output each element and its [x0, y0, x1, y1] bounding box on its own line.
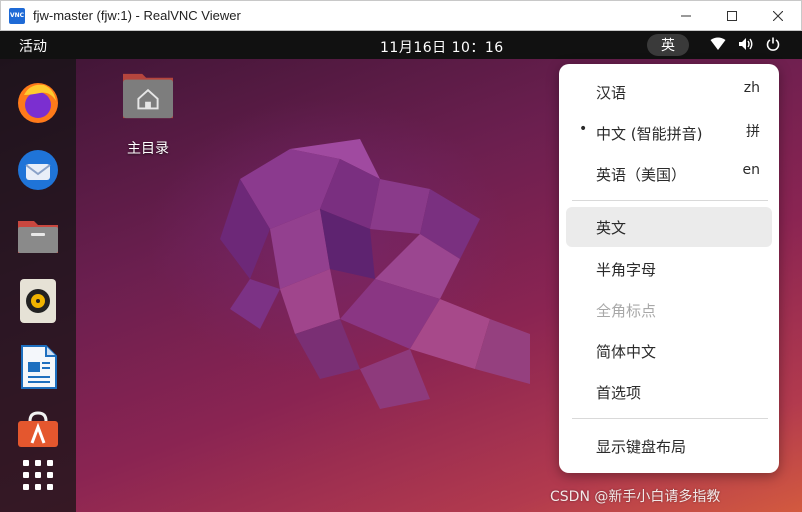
- menu-item-shortcut: en: [742, 162, 761, 178]
- menu-item-label: 首选项: [596, 384, 642, 402]
- menu-item-preferences[interactable]: 首选项: [566, 372, 772, 412]
- csdn-watermark: CSDN @新手小白请多指教: [550, 489, 721, 505]
- menu-item-lang-pinyin[interactable]: • 中文 (智能拼音) 拼: [566, 113, 772, 153]
- system-menu[interactable]: [710, 37, 780, 51]
- dock-item-thunderbird[interactable]: [14, 146, 62, 194]
- maximize-icon: [727, 11, 737, 21]
- menu-item-label: 全角标点: [596, 302, 657, 320]
- dock-item-firefox[interactable]: [14, 79, 62, 127]
- jellyfish-wallpaper-art: [220, 139, 530, 409]
- menu-item-label: 英语（美国）: [596, 166, 687, 184]
- menu-item-label: 英文: [596, 219, 627, 237]
- dock: [0, 59, 76, 512]
- menu-item-shortcut: zh: [743, 80, 760, 96]
- input-method-indicator[interactable]: 英: [647, 34, 689, 56]
- menu-item-english-mode[interactable]: 英文: [566, 207, 772, 247]
- dock-item-libreoffice-writer[interactable]: [14, 343, 62, 391]
- desktop-home-folder[interactable]: 主目录: [110, 70, 186, 158]
- home-folder-label: 主目录: [127, 141, 169, 157]
- software-icon: [18, 411, 58, 447]
- volume-icon: [739, 38, 753, 50]
- window-title: fjw-master (fjw:1) - RealVNC Viewer: [33, 8, 241, 23]
- menu-item-lang-en-us[interactable]: 英语（美国） en: [566, 154, 772, 194]
- firefox-icon: [18, 83, 58, 123]
- vnc-window-titlebar[interactable]: VNC fjw-master (fjw:1) - RealVNC Viewer: [0, 0, 802, 31]
- menu-item-label: 半角字母: [596, 261, 657, 279]
- rhythmbox-icon: [20, 279, 56, 323]
- menu-item-shortcut: 拼: [746, 124, 760, 140]
- menu-item-label: 汉语: [596, 84, 627, 102]
- home-folder-icon: [123, 73, 173, 119]
- maximize-button[interactable]: [709, 1, 755, 31]
- menu-separator: [572, 418, 768, 419]
- dock-item-files[interactable]: [14, 211, 62, 259]
- show-apps-icon: [23, 460, 53, 490]
- libreoffice-writer-icon: [21, 345, 57, 389]
- menu-item-fullwidth-punctuation[interactable]: 全角标点: [566, 290, 772, 330]
- menu-item-show-keyboard-layout[interactable]: 显示键盘布局: [566, 426, 772, 466]
- menu-item-label: 简体中文: [596, 343, 657, 361]
- network-icon: [710, 37, 726, 50]
- show-applications-button[interactable]: [14, 451, 62, 499]
- selected-indicator: •: [579, 121, 588, 137]
- realvnc-logo-icon: VNC: [9, 7, 25, 24]
- gnome-top-bar: 活动 11月16日 10：16 英: [0, 31, 802, 59]
- minimize-icon: [681, 15, 691, 17]
- minimize-button[interactable]: [663, 1, 709, 31]
- menu-item-simplified-chinese[interactable]: 简体中文: [566, 331, 772, 371]
- menu-item-halfwidth-letters[interactable]: 半角字母: [566, 249, 772, 289]
- power-icon: [766, 37, 780, 51]
- dock-item-rhythmbox[interactable]: [14, 277, 62, 325]
- thunderbird-icon: [18, 150, 58, 190]
- files-icon: [18, 221, 58, 253]
- menu-separator: [572, 200, 768, 201]
- close-button[interactable]: [755, 1, 801, 31]
- activities-button[interactable]: 活动: [19, 36, 47, 56]
- menu-item-lang-zh[interactable]: 汉语 zh: [566, 72, 772, 112]
- clock[interactable]: 11月16日 10：16: [380, 37, 504, 57]
- close-icon: [773, 11, 783, 21]
- input-method-menu: 汉语 zh • 中文 (智能拼音) 拼 英语（美国） en 英文 半角字母 全角…: [559, 64, 779, 473]
- menu-item-label: 显示键盘布局: [596, 438, 687, 456]
- menu-item-label: 中文 (智能拼音): [596, 125, 703, 143]
- dock-item-software[interactable]: [14, 405, 62, 453]
